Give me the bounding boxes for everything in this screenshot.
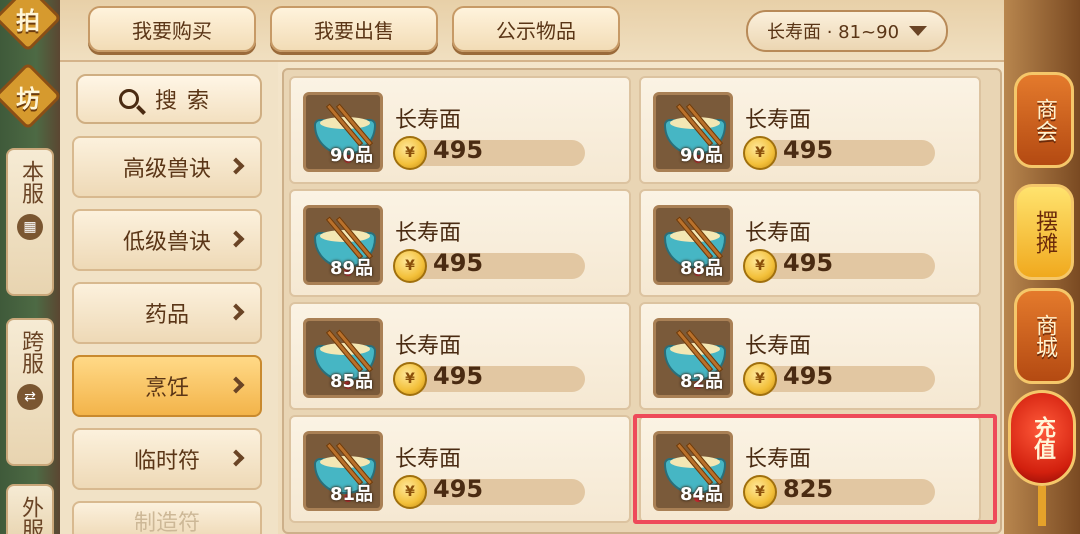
- noodle-bowl-icon: 90品: [653, 92, 733, 172]
- search-button[interactable]: 搜索: [76, 74, 262, 124]
- item-grade: 81品: [330, 484, 374, 505]
- item-card[interactable]: 85品 长寿面 ¥495: [289, 302, 631, 410]
- category-label: 高级兽诀: [122, 157, 211, 182]
- chevron-right-icon: [227, 303, 245, 321]
- item-card[interactable]: 89品 长寿面 ¥495: [289, 189, 631, 297]
- noodle-bowl-icon: 88品: [653, 205, 733, 285]
- category-label: 药品: [144, 303, 189, 328]
- coin-icon: ¥: [393, 475, 427, 509]
- item-card[interactable]: 90品 长寿面 ¥495: [289, 76, 631, 184]
- coin-icon: ¥: [743, 249, 777, 283]
- item-card[interactable]: 90品 长寿面 ¥495: [639, 76, 981, 184]
- item-price: 495: [433, 475, 484, 503]
- category-label: 烹饪: [144, 376, 189, 401]
- level-filter-label: 长寿面 · 81~90: [766, 22, 900, 43]
- noodle-bowl-icon: 89品: [303, 205, 383, 285]
- item-name: 长寿面: [745, 108, 812, 133]
- item-name: 长寿面: [745, 334, 812, 359]
- category-label: 制造符: [133, 511, 200, 534]
- item-grade: 90品: [680, 145, 724, 166]
- coin-icon: ¥: [743, 362, 777, 396]
- coin-icon: ¥: [393, 136, 427, 170]
- noodle-bowl-icon: 82品: [653, 318, 733, 398]
- item-price: 495: [433, 362, 484, 390]
- tab-external-server-label: 外服: [18, 496, 43, 534]
- item-price: 495: [433, 249, 484, 277]
- category-label: 临时符: [133, 449, 200, 474]
- tab-mall[interactable]: 商城: [1014, 288, 1074, 384]
- auction-deco-label-mid: 坊: [16, 84, 40, 113]
- item-grade: 88品: [680, 258, 724, 279]
- tab-cross-server[interactable]: 跨服 ⇄: [6, 318, 54, 466]
- item-name: 长寿面: [395, 108, 462, 133]
- buy-button[interactable]: 我要购买: [88, 6, 256, 52]
- category-item[interactable]: 临时符: [72, 428, 262, 490]
- category-item[interactable]: 药品: [72, 282, 262, 344]
- item-price: 495: [783, 249, 834, 277]
- left-tabs: 拍 坊 本服 ▦ 跨服 ⇄ 外服: [0, 0, 62, 534]
- category-item[interactable]: 制造符: [72, 501, 262, 534]
- item-name: 长寿面: [395, 334, 462, 359]
- item-price: 495: [433, 136, 484, 164]
- chevron-right-icon: [227, 230, 245, 248]
- item-grade: 89品: [330, 258, 374, 279]
- tab-external-server[interactable]: 外服: [6, 484, 54, 534]
- level-filter-dropdown[interactable]: 长寿面 · 81~90: [746, 10, 948, 52]
- chevron-right-icon: [227, 449, 245, 467]
- item-price: 495: [783, 136, 834, 164]
- item-grade: 82品: [680, 371, 724, 392]
- swap-icon: ⇄: [17, 384, 43, 410]
- category-label: 低级兽诀: [122, 230, 211, 255]
- category-item-active[interactable]: 烹饪: [72, 355, 262, 417]
- chevron-down-icon: [909, 26, 928, 36]
- recharge-button[interactable]: 充值: [1008, 390, 1076, 486]
- tab-local-server[interactable]: 本服 ▦: [6, 148, 54, 296]
- search-icon: [118, 89, 139, 109]
- auction-deco-label-top: 拍: [16, 6, 40, 35]
- chevron-right-icon: [227, 376, 245, 394]
- top-bar: 我要购买 我要出售 公示物品 长寿面 · 81~90: [60, 0, 1020, 62]
- item-card[interactable]: 81品 长寿面 ¥495: [289, 415, 631, 523]
- coin-icon: ¥: [393, 249, 427, 283]
- item-name: 长寿面: [395, 221, 462, 246]
- search-label: 搜索: [154, 89, 219, 114]
- coin-icon: ¥: [393, 362, 427, 396]
- item-card[interactable]: 82品 长寿面 ¥495: [639, 302, 981, 410]
- item-grade: 90品: [330, 145, 374, 166]
- public-items-button[interactable]: 公示物品: [452, 6, 620, 52]
- noodle-bowl-icon: 90品: [303, 92, 383, 172]
- tab-guild[interactable]: 商会: [1014, 72, 1074, 168]
- tab-stall[interactable]: 摆摊: [1014, 184, 1074, 280]
- sell-button[interactable]: 我要出售: [270, 6, 438, 52]
- item-card[interactable]: 88品 长寿面 ¥495: [639, 189, 981, 297]
- tab-cross-server-label: 跨服: [18, 330, 43, 374]
- category-item[interactable]: 低级兽诀: [72, 209, 262, 271]
- item-price: 495: [783, 362, 834, 390]
- coin-icon: ¥: [743, 136, 777, 170]
- item-name: 长寿面: [745, 221, 812, 246]
- tassel-decoration: [1038, 486, 1046, 526]
- noodle-bowl-icon: 85品: [303, 318, 383, 398]
- item-name: 长寿面: [395, 447, 462, 472]
- chevron-right-icon: [227, 157, 245, 175]
- right-tabs: 商会 摆摊 商城 充值: [1004, 0, 1080, 534]
- selection-highlight: [633, 414, 997, 524]
- tab-local-server-label: 本服: [18, 160, 43, 204]
- item-grade: 85品: [330, 371, 374, 392]
- noodle-bowl-icon: 81品: [303, 431, 383, 511]
- category-item[interactable]: 高级兽诀: [72, 136, 262, 198]
- grid-icon: ▦: [17, 214, 43, 240]
- category-column: 搜索 高级兽诀 低级兽诀 药品 烹饪 临时符 制造符: [60, 62, 278, 534]
